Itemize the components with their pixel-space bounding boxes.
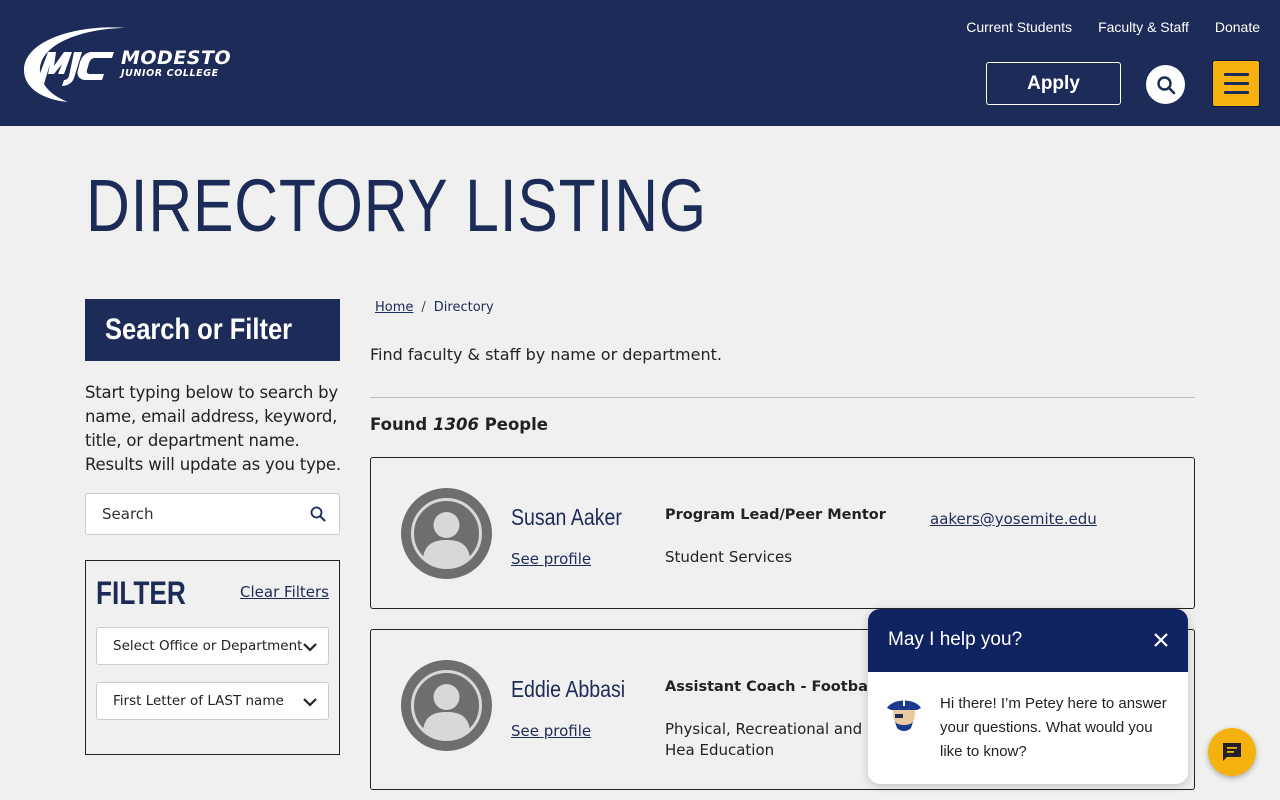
divider [370,397,1195,398]
avatar-placeholder-icon [401,660,492,751]
department-select-value: Select Office or Department [113,638,303,654]
hamburger-menu-button[interactable] [1212,60,1260,107]
person-title: Assistant Coach - Football [665,679,878,695]
breadcrumb: Home / Directory [375,300,494,315]
person-email-link[interactable]: aakers@yosemite.edu [930,510,1097,528]
directory-search-field[interactable] [85,493,340,535]
person-department: Student Services [665,548,793,566]
chevron-down-icon [303,643,317,652]
person-card: Susan Aaker See profile Program Lead/Pee… [370,457,1195,609]
search-icon [1156,75,1175,94]
close-icon[interactable] [1152,631,1170,649]
search-input[interactable] [86,494,286,534]
person-name: Susan Aaker [511,504,622,530]
chat-launcher-button[interactable] [1208,728,1256,776]
header-search-button[interactable] [1146,65,1185,104]
search-description: Start typing below to search by name, em… [85,383,341,474]
search-icon[interactable] [310,506,326,522]
person-name: Eddie Abbasi [511,676,626,702]
breadcrumb-home[interactable]: Home [375,300,413,315]
logo-text: MODESTO JUNIOR COLLEGE [121,48,231,80]
search-filter-heading-box: Search or Filter [85,299,340,361]
clear-filters-link[interactable]: Clear Filters [240,583,329,601]
chat-title: May I help you? [888,629,1023,650]
apply-button[interactable]: Apply [986,62,1121,105]
found-prefix: Found [370,415,428,434]
breadcrumb-current: Directory [433,300,494,315]
chevron-down-icon [303,698,317,707]
college-logo[interactable]: MODESTO JUNIOR COLLEGE [18,22,231,104]
avatar-placeholder-icon [401,488,492,579]
link-faculty-staff[interactable]: Faculty & Staff [1098,19,1189,35]
results-count: Found 1306 People [370,415,548,434]
chat-bubble-icon [1223,743,1241,761]
letter-select-value: First Letter of LAST name [113,693,284,709]
site-header: MODESTO JUNIOR COLLEGE Current Students … [0,0,1280,126]
see-profile-link[interactable]: See profile [511,722,591,740]
link-current-students[interactable]: Current Students [966,19,1072,35]
see-profile-link[interactable]: See profile [511,550,591,568]
intro-text: Find faculty & staff by name or departme… [370,345,722,364]
found-count: 1306 [433,415,479,434]
pirate-mascot-icon [887,700,921,731]
person-department: Physical, Recreational and Hea Education [665,720,863,759]
hamburger-menu-icon [1223,73,1249,76]
search-filter-heading: Search or Filter [105,313,293,346]
breadcrumb-separator: / [421,300,426,315]
person-title: Program Lead/Peer Mentor [665,507,886,523]
logo-line2: JUNIOR COLLEGE [121,68,219,79]
utility-nav: Current Students Faculty & Staff Donate [966,19,1260,35]
filter-panel: FILTER Clear Filters Select Office or De… [85,560,340,755]
found-suffix: People [484,415,548,434]
link-donate[interactable]: Donate [1215,19,1260,35]
filter-title: FILTER [96,575,186,611]
department-select[interactable]: Select Office or Department [96,627,329,665]
chat-message: Hi there! I’m Petey here to answer your … [940,695,1167,760]
chat-widget: May I help you? Hi there! I’m Petey here… [868,609,1188,784]
mjc-logo-icon [24,27,126,102]
logo-line1: MODESTO [121,47,232,69]
page-title: DIRECTORY LISTING [86,164,707,247]
chat-header: May I help you? [868,609,1188,672]
last-name-letter-select[interactable]: First Letter of LAST name [96,682,329,720]
